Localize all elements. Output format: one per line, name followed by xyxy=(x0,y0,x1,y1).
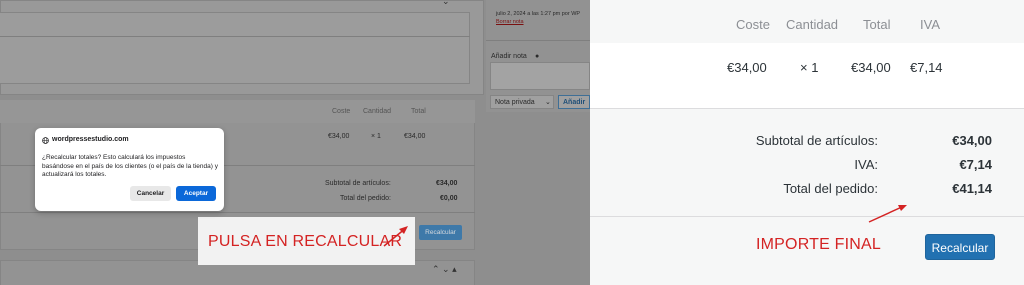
zoomed-order-totals: Coste Cantidad Total IVA €34,00 × 1 €34,… xyxy=(590,0,1024,285)
annotation-text: PULSA EN RECALCULAR xyxy=(208,233,403,250)
add-note-label: Añadir nota xyxy=(491,53,527,60)
item-total: €34,00 xyxy=(404,133,426,140)
annotation-arrow-icon xyxy=(383,226,408,247)
cancel-button[interactable]: Cancelar xyxy=(130,186,171,201)
globe-icon xyxy=(42,137,49,144)
tax-label: IVA: xyxy=(854,157,878,172)
add-note-textarea[interactable] xyxy=(490,62,590,90)
header-total: Total xyxy=(411,108,426,115)
subtotal-value: €34,00 xyxy=(436,180,458,187)
dimmed-bottom-right-box xyxy=(486,126,590,285)
totals-section: Subtotal de artículos: €34,00 IVA: €7,14… xyxy=(590,109,1024,217)
item-cost: €34,00 xyxy=(328,133,350,140)
dimmed-textarea xyxy=(0,12,470,84)
dimmed-divider xyxy=(0,212,475,213)
item-total: €34,00 xyxy=(851,60,891,75)
help-icon: ● xyxy=(535,53,540,60)
item-tax: €7,14 xyxy=(910,60,943,75)
header-total: Total xyxy=(863,17,891,32)
dimmed-items-header xyxy=(0,100,475,123)
subtotal-label: Subtotal de artículos: xyxy=(755,133,878,148)
annotation-box: PULSA EN RECALCULAR xyxy=(198,217,415,265)
note-type-select[interactable]: Nota privada ⌄ xyxy=(490,95,554,109)
order-total-label: Total del pedido: xyxy=(340,195,391,202)
annotation-arrow-icon xyxy=(868,205,907,223)
dimmed-divider xyxy=(486,40,590,41)
recalculate-button[interactable]: Recalcular xyxy=(925,234,995,260)
dialog-domain: wordpressestudio.com xyxy=(52,136,129,143)
delete-note-link[interactable]: Borrar nota xyxy=(496,19,524,25)
item-cost: €34,00 xyxy=(727,60,767,75)
table-header: Coste Cantidad Total IVA xyxy=(590,0,1024,43)
collapse-arrows-icon: ⌃ ⌄ ▴ xyxy=(432,264,457,274)
recalculate-button[interactable]: Recalcular xyxy=(419,225,462,240)
header-tax: IVA xyxy=(920,17,940,32)
dimmed-divider xyxy=(0,36,470,37)
subtotal-value: €34,00 xyxy=(952,133,992,148)
table-row xyxy=(590,43,1024,109)
order-total-value: €41,14 xyxy=(952,181,992,196)
header-quantity: Cantidad xyxy=(363,108,392,115)
add-note-button[interactable]: Añadir xyxy=(558,95,590,109)
item-quantity: × 1 xyxy=(800,60,819,75)
order-total-value: €0,00 xyxy=(440,195,458,202)
annotation-text: IMPORTE FINAL xyxy=(756,236,881,253)
chevron-down-icon: ⌄ xyxy=(545,99,551,106)
dialog-message: ¿Recalcular totales? Esto calculará los … xyxy=(42,154,218,178)
dimmed-admin-screenshot: ⌃ ⌄ julio 2, 2024 a las 1:27 pm por WP B… xyxy=(0,0,590,285)
collapse-arrows-icon: ⌃ ⌄ xyxy=(432,0,450,6)
tax-value: €7,14 xyxy=(959,157,992,172)
header-cost: Coste xyxy=(332,108,351,115)
header-cost: Coste xyxy=(736,17,770,32)
note-meta: julio 2, 2024 a las 1:27 pm por WP xyxy=(496,11,581,17)
header-quantity: Cantidad xyxy=(786,17,839,32)
confirm-dialog: wordpressestudio.com ¿Recalcular totales… xyxy=(35,128,224,211)
order-total-label: Total del pedido: xyxy=(783,181,878,196)
subtotal-label: Subtotal de artículos: xyxy=(325,180,391,187)
accept-button[interactable]: Aceptar xyxy=(176,186,216,201)
item-quantity: × 1 xyxy=(371,133,381,140)
